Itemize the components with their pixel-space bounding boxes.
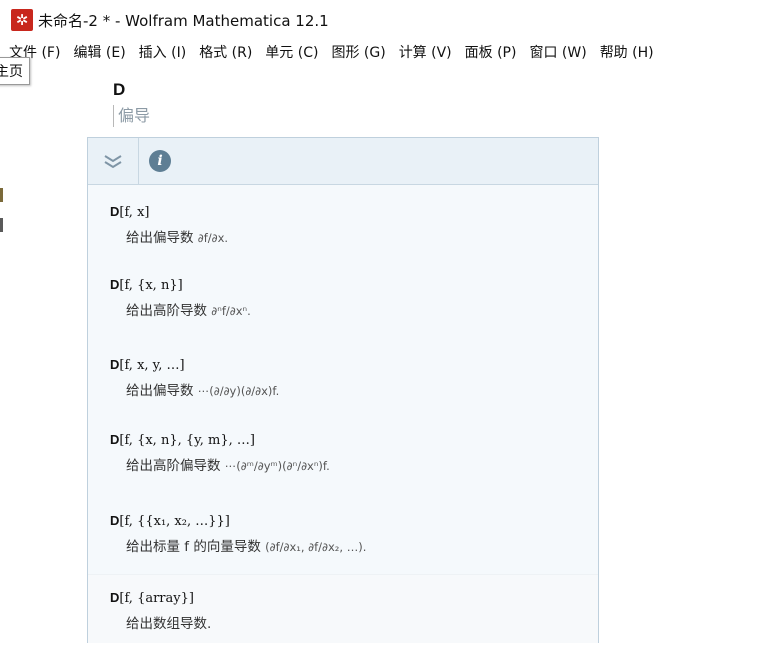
menu-evaluation[interactable]: 计算 (V)	[399, 42, 452, 62]
usage-arguments: [f, {x, n}, {y, m}, …]	[119, 433, 255, 448]
usage-arguments: [f, {{x₁, x₂, …}}]	[119, 514, 230, 529]
usage-panel-header: i	[88, 138, 598, 185]
usage-description: 给出标量 f 的向量导数 (∂f/∂x₁, ∂f/∂x₂, …).	[110, 535, 366, 555]
usage-desc-math: ⋯(∂/∂y)(∂/∂x)f.	[197, 384, 280, 398]
usage-desc-text: 给出高阶偏导数	[126, 458, 221, 474]
usage-desc-text: 给出标量 f 的向量导数	[126, 539, 261, 555]
usage-function-head: D	[110, 204, 120, 219]
usage-arguments: [f, {x, n}]	[119, 278, 183, 293]
menu-graphics[interactable]: 图形 (G)	[331, 42, 385, 62]
usage-signature: D[f, {array}]	[110, 590, 211, 606]
double-chevron-down-icon	[104, 155, 122, 169]
collapse-button[interactable]	[88, 138, 139, 184]
menu-help[interactable]: 帮助 (H)	[600, 42, 654, 62]
usage-function-head: D	[110, 590, 120, 605]
usage-description: 给出偏导数 ⋯(∂/∂y)(∂/∂x)f.	[110, 379, 279, 399]
usage-function-head: D	[110, 432, 120, 447]
usage-entry: D[f, {x, n}] 给出高阶导数 ∂ⁿf/∂xⁿ.	[110, 277, 251, 319]
usage-description: 给出高阶导数 ∂ⁿf/∂xⁿ.	[110, 299, 251, 319]
usage-panel: i D[f, x] 给出偏导数 ∂f/∂x. D[f, {x, n}] 给出高阶…	[87, 137, 599, 643]
doc-subtitle[interactable]: 偏导	[113, 105, 150, 127]
usage-description: 给出偏导数 ∂f/∂x.	[110, 226, 228, 246]
usage-signature: D[f, {{x₁, x₂, …}}]	[110, 513, 366, 529]
usage-signature: D[f, {x, n}]	[110, 277, 251, 293]
usage-entry: D[f, x] 给出偏导数 ∂f/∂x.	[110, 204, 228, 246]
doc-title: D	[113, 80, 126, 99]
usage-arguments: [f, x, y, …]	[119, 358, 185, 373]
home-tooltip: 主页	[0, 57, 30, 85]
menu-insert[interactable]: 插入 (I)	[139, 42, 187, 62]
usage-desc-math: ∂ⁿf/∂xⁿ.	[211, 304, 251, 318]
mathematica-spikey-icon[interactable]: ✲	[11, 9, 33, 31]
usage-description: 给出数组导数.	[110, 612, 211, 632]
menu-format[interactable]: 格式 (R)	[199, 42, 252, 62]
usage-desc-text: 给出偏导数	[126, 383, 194, 399]
menu-cell[interactable]: 单元 (C)	[265, 42, 318, 62]
usage-function-head: D	[110, 277, 120, 292]
usage-description: 给出高阶偏导数 ⋯(∂ᵐ/∂yᵐ)(∂ⁿ/∂xⁿ)f.	[110, 454, 330, 474]
usage-desc-math: (∂f/∂x₁, ∂f/∂x₂, …).	[265, 540, 367, 554]
usage-signature: D[f, x, y, …]	[110, 357, 279, 373]
usage-arguments: [f, x]	[119, 205, 150, 220]
window-title: 未命名-2 * - Wolfram Mathematica 12.1	[38, 12, 329, 30]
menu-edit[interactable]: 编辑 (E)	[73, 42, 125, 62]
menu-bar: 文件 (F) 编辑 (E) 插入 (I) 格式 (R) 单元 (C) 图形 (G…	[0, 40, 770, 64]
info-icon[interactable]: i	[149, 150, 171, 172]
usage-desc-text: 给出高阶导数	[126, 303, 207, 319]
title-bar: ✲ 未命名-2 * - Wolfram Mathematica 12.1	[0, 0, 770, 40]
usage-signature: D[f, x]	[110, 204, 228, 220]
usage-function-head: D	[110, 357, 120, 372]
usage-entry: D[f, x, y, …] 给出偏导数 ⋯(∂/∂y)(∂/∂x)f.	[110, 357, 279, 399]
menu-window[interactable]: 窗口 (W)	[529, 42, 586, 62]
usage-signature: D[f, {x, n}, {y, m}, …]	[110, 432, 330, 448]
usage-entry: D[f, {x, n}, {y, m}, …] 给出高阶偏导数 ⋯(∂ᵐ/∂yᵐ…	[110, 432, 330, 474]
usage-function-head: D	[110, 513, 120, 528]
menu-palettes[interactable]: 面板 (P)	[465, 42, 517, 62]
usage-entry: D[f, {array}] 给出数组导数.	[110, 590, 211, 632]
background-window-edge	[0, 218, 3, 232]
usage-desc-math: ∂f/∂x.	[197, 231, 229, 245]
usage-entry: D[f, {{x₁, x₂, …}}] 给出标量 f 的向量导数 (∂f/∂x₁…	[110, 513, 366, 555]
usage-desc-text: 给出偏导数	[126, 230, 194, 246]
usage-desc-text: 给出数组导数.	[126, 616, 212, 632]
usage-desc-math: ⋯(∂ᵐ/∂yᵐ)(∂ⁿ/∂xⁿ)f.	[224, 459, 330, 473]
usage-arguments: [f, {array}]	[119, 591, 194, 606]
background-window-edge	[0, 188, 3, 202]
